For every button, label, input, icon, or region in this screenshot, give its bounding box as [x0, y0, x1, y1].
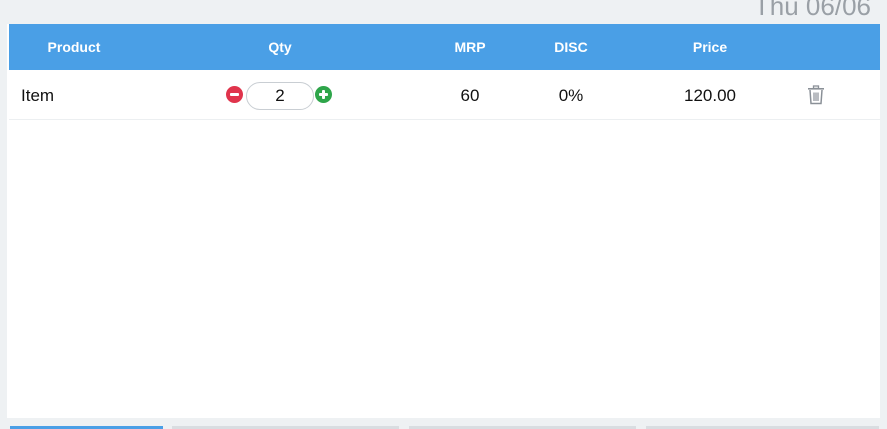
- quantity-input[interactable]: [246, 82, 314, 110]
- column-header-mrp: MRP: [454, 39, 486, 55]
- minus-circle-icon[interactable]: [226, 86, 243, 103]
- table-row: Item 60 0% 120.00: [9, 70, 880, 120]
- mrp-value: 60: [460, 86, 480, 105]
- current-date: Thu 06/06: [753, 0, 871, 21]
- column-header-qty: Qty: [268, 39, 292, 55]
- cart-panel: Product Qty MRP DISC Price Item 60 0% 12…: [7, 24, 880, 418]
- product-name: Item: [21, 86, 55, 105]
- table-header: Product Qty MRP DISC Price: [9, 24, 880, 70]
- quantity-stepper: [226, 82, 336, 110]
- column-header-disc: DISC: [554, 39, 588, 55]
- column-header-product: Product: [47, 39, 101, 55]
- column-header-price: Price: [692, 39, 728, 55]
- discount-value: 0%: [558, 86, 584, 105]
- plus-circle-icon[interactable]: [315, 86, 332, 103]
- trash-icon[interactable]: [807, 85, 825, 105]
- price-value: 120.00: [684, 86, 736, 105]
